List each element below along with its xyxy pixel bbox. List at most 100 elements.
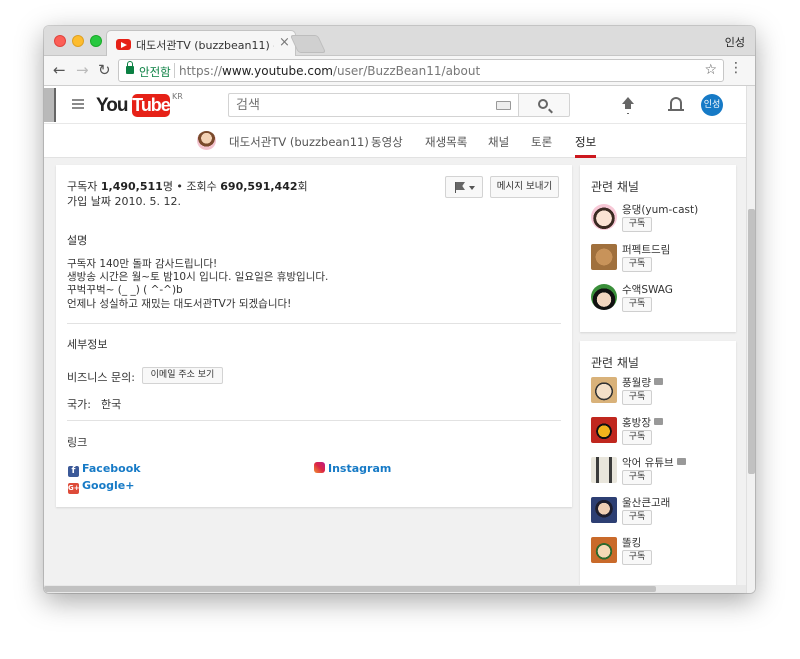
related-channel-label: 악어 유튜브 [622,457,674,469]
maximize-window-button[interactable] [90,35,102,47]
facebook-link-label: Facebook [82,462,141,475]
subscriber-count: 1,490,511 [100,180,163,193]
browser-toolbar: ← → ↻ 안전함 https://www.youtube.com/user/B… [44,56,755,86]
tab-about[interactable]: 정보 [575,134,597,158]
report-flag-button[interactable] [445,176,483,198]
tab-videos[interactable]: 동영상 [371,134,403,150]
tab-channels[interactable]: 채널 [488,134,509,150]
subscribe-button[interactable]: 구독 [622,550,652,565]
user-avatar[interactable]: 인성 [701,94,723,116]
facebook-link[interactable]: f Facebook [68,462,141,477]
subscribers-unit: 명 • 조회수 [162,180,217,193]
related-channel-item[interactable]: 풍월량 구독 [591,375,731,411]
related-channels-title: 관련 채널 [591,180,639,194]
related-channel-item[interactable]: 홍방장 구독 [591,415,731,451]
subscribe-button[interactable]: 구독 [622,430,652,445]
google-plus-link-label: Google+ [82,479,135,492]
channel-avatar[interactable] [591,284,617,310]
upload-icon[interactable] [621,97,635,113]
facebook-icon: f [68,466,79,477]
channel-avatar[interactable] [591,244,617,270]
country-label: 국가: [67,398,91,411]
country-value: 한국 [101,398,122,411]
subscribe-button[interactable]: 구독 [622,390,652,405]
related-channel-name[interactable]: 울산큰고래 [622,495,670,510]
horizontal-scrollbar[interactable] [44,585,746,593]
keyboard-icon[interactable] [496,101,511,110]
related-channel-item[interactable]: 응댕(yum-cast) 구독 [591,202,731,238]
subscribe-button[interactable]: 구독 [622,257,652,272]
search-input[interactable] [228,93,518,117]
minimize-window-button[interactable] [72,35,84,47]
related-channel-item[interactable]: 퍼펙트드림 구독 [591,242,731,278]
instagram-link[interactable]: Instagram [314,462,391,475]
channel-avatar[interactable] [591,377,617,403]
url-text[interactable]: https://www.youtube.com/user/BuzzBean11/… [179,64,480,78]
hamburger-menu-icon[interactable] [72,99,84,109]
instagram-icon [314,462,325,473]
verified-icon [653,418,663,425]
channel-avatar[interactable] [591,537,617,563]
related-channel-item[interactable]: 수액SWAG 구독 [591,282,731,318]
browser-menu-icon[interactable]: ⋮ [729,61,743,75]
subscribe-button[interactable]: 구독 [622,470,652,485]
vertical-scrollbar[interactable] [746,86,755,593]
search-button[interactable] [518,93,570,117]
related-channel-item[interactable]: 똘킹 구독 [591,535,731,571]
related-channel-name[interactable]: 풍월량 [622,375,663,390]
related-channel-label: 홍방장 [622,417,651,429]
tab-close-icon[interactable]: × [279,35,290,50]
channel-avatar[interactable] [591,417,617,443]
back-arrow-icon[interactable]: ← [53,61,66,79]
channel-avatar[interactable] [591,497,617,523]
description-line: 꾸벅꾸벅~ (_ _) ( ^-^)b [67,284,183,297]
subscribe-button[interactable]: 구독 [622,510,652,525]
verified-icon [653,378,663,385]
channel-nav: 대도서관TV (buzzbean11) 동영상 재생목록 채널 토론 정보 [44,124,746,158]
forward-arrow-icon[interactable]: → [76,61,89,79]
channel-description: 구독자 140만 돌파 감사드립니다! 생방송 시간은 월~토 밤10시 입니다… [67,258,547,311]
reload-icon[interactable]: ↻ [98,61,111,79]
channel-avatar[interactable] [591,204,617,230]
related-channel-name[interactable]: 수액SWAG [622,282,673,297]
bookmark-star-icon[interactable]: ☆ [704,62,717,78]
channel-avatar[interactable] [591,457,617,483]
chevron-down-icon [469,186,475,190]
related-channel-label: 풍월량 [622,377,651,389]
related-channel-name[interactable]: 홍방장 [622,415,663,430]
related-channel-item[interactable]: 울산큰고래 구독 [591,495,731,531]
related-channel-item[interactable]: 악어 유튜브 구독 [591,455,731,491]
channel-name-tab[interactable]: 대도서관TV (buzzbean11) [229,134,369,150]
view-email-button[interactable]: 이메일 주소 보기 [142,367,223,384]
channel-avatar[interactable] [197,131,216,150]
related-channel-name[interactable]: 똘킹 [622,535,641,550]
profile-name[interactable]: 인성 [725,34,745,50]
horizontal-scroll-thumb[interactable] [44,586,656,592]
description-line: 생방송 시간은 월~토 밤10시 입니다. 일요일은 휴방입니다. [67,271,329,284]
send-message-button[interactable]: 메시지 보내기 [490,176,559,198]
close-window-button[interactable] [54,35,66,47]
google-plus-link[interactable]: G+ Google+ [68,479,134,494]
guide-handle[interactable] [44,88,56,122]
instagram-link-label: Instagram [328,462,392,475]
vertical-scroll-thumb[interactable] [748,209,755,474]
tab-discussion[interactable]: 토론 [531,134,552,150]
description-line: 구독자 140만 돌파 감사드립니다! [67,258,218,270]
url-path: /user/BuzzBean11/about [332,64,481,78]
url-separator [174,63,175,78]
related-channel-name[interactable]: 응댕(yum-cast) [622,202,698,217]
view-count: 690,591,442 [220,180,298,193]
related-channel-name[interactable]: 악어 유튜브 [622,455,686,470]
address-bar[interactable]: 안전함 https://www.youtube.com/user/BuzzBea… [118,59,724,82]
youtube-favicon-icon [116,39,131,50]
subscribe-button[interactable]: 구독 [622,217,652,232]
tab-playlists[interactable]: 재생목록 [425,134,467,150]
notification-bell-icon[interactable] [668,97,684,111]
subscribe-button[interactable]: 구독 [622,297,652,312]
about-panel: 구독자 1,490,511명 • 조회수 690,591,442회 가입 날짜 … [56,165,572,507]
related-channel-name[interactable]: 퍼펙트드림 [622,242,670,257]
page-viewport: You Tube KR 인성 대도서관TV (buzzbean11) 동영상 재… [44,86,755,593]
divider [67,420,561,421]
browser-tab[interactable]: 대도서관TV (buzzbean11) - You × [106,30,296,57]
secure-label: 안전함 [139,65,171,79]
